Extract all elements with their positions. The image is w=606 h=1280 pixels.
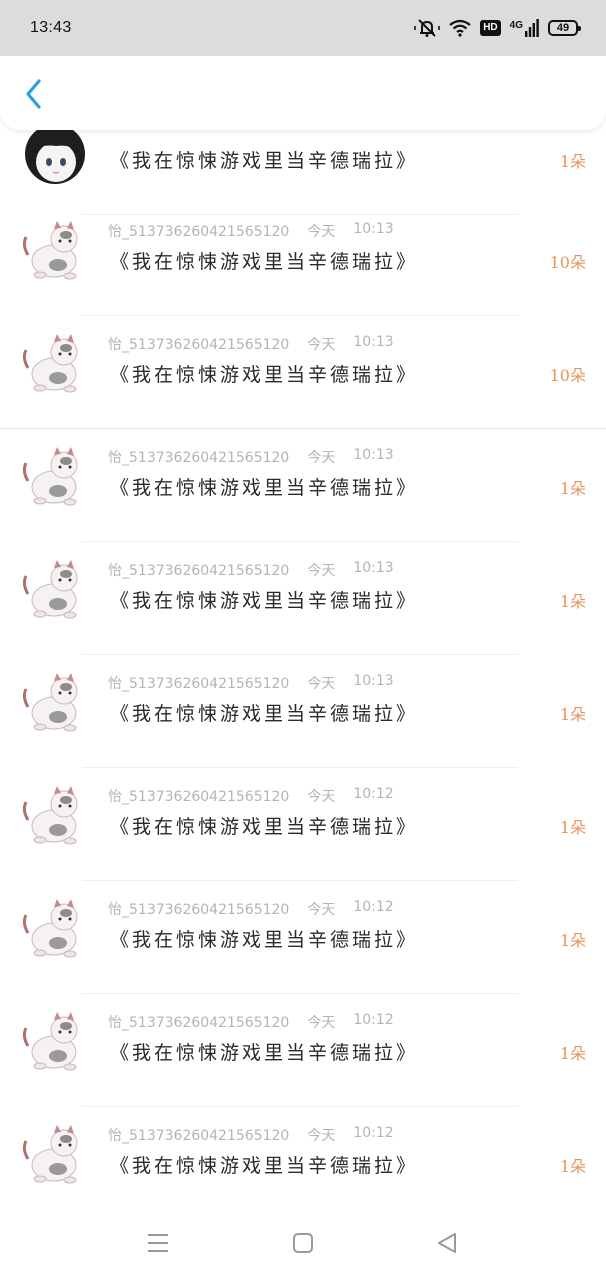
item-meta: 怡_513736260421565120 今天 10:12 [108, 1012, 394, 1031]
cat-avatar [20, 554, 90, 624]
app-header [0, 56, 606, 130]
book-title: 《我在惊悚游戏里当辛德瑞拉》 [110, 703, 419, 725]
sender-name: 怡_513736260421565120 [108, 902, 290, 918]
sent-day: 今天 [307, 1015, 336, 1031]
sender-name: 怡_513736260421565120 [108, 563, 290, 579]
book-title: 《我在惊悚游戏里当辛德瑞拉》 [110, 1042, 419, 1064]
book-title: 《我在惊悚游戏里当辛德瑞拉》 [110, 150, 419, 172]
sender-name: 怡_513736260421565120 [108, 789, 290, 805]
book-title: 《我在惊悚游戏里当辛德瑞拉》 [110, 816, 419, 838]
menu-icon [146, 1232, 170, 1258]
sent-time: 10:12 [353, 786, 394, 802]
flower-count: 1朵 [559, 592, 586, 611]
sent-day: 今天 [307, 337, 336, 353]
status-icons: HD 4G 49 [414, 18, 581, 38]
screen: 《我在惊悚游戏里当辛德瑞拉》 1朵 怡_513736260421565120 今… [0, 0, 606, 1280]
item-meta: 怡_513736260421565120 今天 10:13 [108, 560, 394, 579]
flower-count: 1朵 [559, 479, 586, 498]
cat-avatar [20, 328, 90, 398]
menu-button[interactable] [143, 1230, 173, 1260]
flower-count: 10朵 [549, 253, 586, 272]
sent-day: 今天 [307, 789, 336, 805]
sender-name: 怡_513736260421565120 [108, 450, 290, 466]
mute-bell-icon [414, 18, 441, 38]
list-item[interactable]: 怡_513736260421565120 今天 10:13 《我在惊悚游戏里当辛… [0, 429, 606, 542]
sent-day: 今天 [307, 676, 336, 692]
chevron-left-icon [24, 78, 44, 114]
cat-avatar [20, 667, 90, 737]
list-item[interactable]: 怡_513736260421565120 今天 10:12 《我在惊悚游戏里当辛… [0, 881, 606, 994]
flower-count: 1朵 [559, 152, 586, 171]
cat-avatar [20, 1119, 90, 1189]
network-type: 4G [509, 20, 523, 31]
sent-time: 10:12 [353, 899, 394, 915]
flower-count: 1朵 [559, 818, 586, 837]
sent-time: 10:12 [353, 1125, 394, 1141]
flower-count: 1朵 [559, 705, 586, 724]
book-title: 《我在惊悚游戏里当辛德瑞拉》 [110, 364, 419, 386]
item-meta: 怡_513736260421565120 今天 10:13 [108, 673, 394, 692]
sender-name: 怡_513736260421565120 [108, 1128, 290, 1144]
battery-icon: 49 [548, 20, 581, 36]
sender-name: 怡_513736260421565120 [108, 1015, 290, 1031]
list-item[interactable]: 怡_513736260421565120 今天 10:12 《我在惊悚游戏里当辛… [0, 768, 606, 881]
sent-time: 10:12 [353, 1012, 394, 1028]
battery-level: 49 [556, 22, 570, 34]
hd-icon: HD [480, 20, 501, 36]
sent-day: 今天 [307, 563, 336, 579]
book-title: 《我在惊悚游戏里当辛德瑞拉》 [110, 1155, 419, 1177]
sent-time: 10:13 [353, 334, 394, 350]
book-title: 《我在惊悚游戏里当辛德瑞拉》 [110, 929, 419, 951]
item-meta: 怡_513736260421565120 今天 10:12 [108, 786, 394, 805]
sent-day: 今天 [307, 450, 336, 466]
list-item[interactable]: 怡_513736260421565120 今天 10:13 《我在惊悚游戏里当辛… [0, 316, 606, 429]
list-item[interactable]: 怡_513736260421565120 今天 10:13 《我在惊悚游戏里当辛… [0, 542, 606, 655]
item-meta: 怡_513736260421565120 今天 10:12 [108, 899, 394, 918]
book-title: 《我在惊悚游戏里当辛德瑞拉》 [110, 251, 419, 273]
back-button[interactable] [16, 76, 52, 116]
home-button[interactable] [288, 1230, 318, 1260]
list-item[interactable]: 怡_513736260421565120 今天 10:13 《我在惊悚游戏里当辛… [0, 655, 606, 768]
sent-day: 今天 [307, 1128, 336, 1144]
home-square-icon [291, 1231, 315, 1259]
sent-time: 10:13 [353, 447, 394, 463]
list-item[interactable]: 怡_513736260421565120 今天 10:12 《我在惊悚游戏里当辛… [0, 994, 606, 1107]
sent-time: 10:13 [353, 560, 394, 576]
status-time: 13:43 [30, 19, 72, 36]
back-triangle-icon [435, 1231, 459, 1259]
item-meta: 怡_513736260421565120 今天 10:12 [108, 1125, 394, 1144]
sent-day: 今天 [307, 902, 336, 918]
sent-day: 今天 [307, 224, 336, 240]
book-title: 《我在惊悚游戏里当辛德瑞拉》 [110, 477, 419, 499]
cat-avatar [20, 215, 90, 285]
status-bar: 13:43 HD 4G 49 [0, 0, 606, 56]
cat-avatar [20, 441, 90, 511]
cat-avatar [20, 780, 90, 850]
flower-count: 1朵 [559, 1157, 586, 1176]
flower-count: 10朵 [549, 366, 586, 385]
signal-icon: 4G [510, 19, 539, 37]
flower-count: 1朵 [559, 931, 586, 950]
list-item[interactable]: 怡_513736260421565120 今天 10:12 《我在惊悚游戏里当辛… [0, 1107, 606, 1220]
sender-name: 怡_513736260421565120 [108, 337, 290, 353]
book-title: 《我在惊悚游戏里当辛德瑞拉》 [110, 590, 419, 612]
flower-count: 1朵 [559, 1044, 586, 1063]
cat-avatar [20, 893, 90, 963]
item-meta: 怡_513736260421565120 今天 10:13 [108, 334, 394, 353]
list-item[interactable]: 怡_513736260421565120 今天 10:13 《我在惊悚游戏里当辛… [0, 203, 606, 316]
sender-name: 怡_513736260421565120 [108, 676, 290, 692]
back-nav-button[interactable] [432, 1230, 462, 1260]
item-meta: 怡_513736260421565120 今天 10:13 [108, 447, 394, 466]
sent-time: 10:13 [353, 221, 394, 237]
cat-avatar [20, 1006, 90, 1076]
item-meta: 怡_513736260421565120 今天 10:13 [108, 221, 394, 240]
wifi-icon [449, 19, 471, 37]
sent-time: 10:13 [353, 673, 394, 689]
gift-list: 《我在惊悚游戏里当辛德瑞拉》 1朵 怡_513736260421565120 今… [0, 0, 606, 1280]
sender-name: 怡_513736260421565120 [108, 224, 290, 240]
system-nav-bar [0, 1210, 606, 1280]
